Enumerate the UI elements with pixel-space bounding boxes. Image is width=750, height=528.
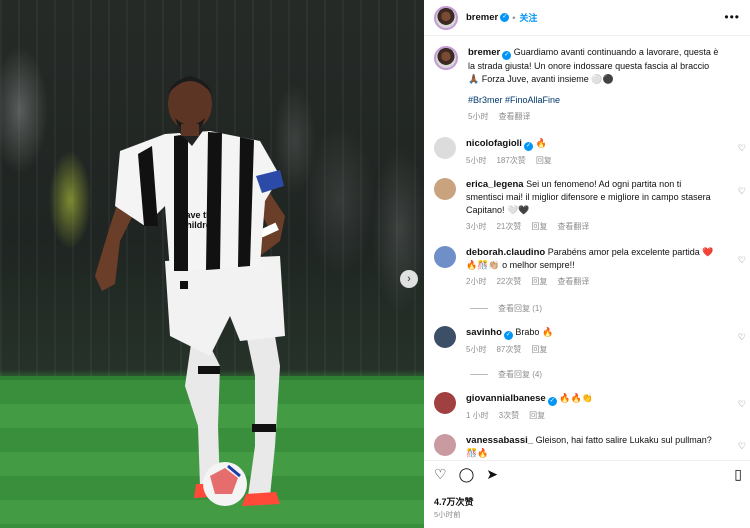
like-comment-icon[interactable]: ♡ bbox=[738, 332, 746, 343]
author-avatar[interactable] bbox=[434, 46, 458, 70]
post-photo[interactable]: Save the Children › bbox=[0, 0, 424, 528]
comments-list[interactable]: bremer ✓ Guardiamo avanti continuando a l… bbox=[424, 37, 750, 460]
reply-button[interactable]: 回复 bbox=[531, 275, 547, 288]
commenter-avatar[interactable] bbox=[434, 434, 456, 456]
next-photo-button[interactable]: › bbox=[400, 270, 418, 288]
reply-button[interactable]: 回复 bbox=[531, 220, 547, 233]
chevron-right-icon: › bbox=[407, 273, 411, 285]
caption-username[interactable]: bremer bbox=[468, 47, 500, 58]
comment-likes[interactable]: 187次赞 bbox=[496, 154, 525, 167]
comment-item: nicolofagioli ✓ 🔥 5小时 187次赞 回复 bbox=[434, 137, 740, 167]
comment-item: giovannialbanese ✓ 🔥🔥👏 1 小时 3次赞 回复 bbox=[434, 392, 740, 422]
commenter-avatar[interactable] bbox=[434, 178, 456, 200]
comment-text: 🔥 bbox=[535, 138, 547, 148]
follow-button[interactable]: 关注 bbox=[519, 11, 537, 24]
shirt-sponsor-line-1: Save the bbox=[179, 210, 216, 220]
author-avatar[interactable] bbox=[434, 5, 458, 30]
comment-username[interactable]: savinho bbox=[466, 327, 502, 338]
translate-link[interactable]: 查看翻译 bbox=[498, 110, 530, 123]
author-username[interactable]: bremer bbox=[466, 12, 498, 23]
comment-item: vanessabassi_ Gleison, hai fatto salire … bbox=[434, 434, 740, 460]
post-header: bremer ✓ • 关注 ••• bbox=[424, 0, 750, 36]
share-send-icon[interactable]: ➤ bbox=[486, 466, 498, 483]
comment-username[interactable]: giovannialbanese bbox=[466, 393, 546, 404]
comment-item: savinho ✓ Brabo 🔥 5小时 87次赞 回复 bbox=[434, 326, 740, 356]
verified-icon: ✓ bbox=[500, 13, 510, 22]
comment-bubble-icon[interactable]: ◯ bbox=[459, 466, 475, 483]
view-replies-link[interactable]: 查看回复 (1) bbox=[470, 303, 542, 314]
post-timestamp: 5小时前 bbox=[434, 510, 461, 519]
like-comment-icon[interactable]: ♡ bbox=[738, 186, 746, 197]
separator-dot: • bbox=[512, 12, 516, 23]
commenter-avatar[interactable] bbox=[434, 326, 456, 348]
shirt-sponsor-line-2: Children bbox=[180, 220, 217, 230]
caption-block: bremer ✓ Guardiamo avanti continuando a l… bbox=[434, 46, 740, 123]
post-sidebar: bremer ✓ • 关注 ••• bremer ✓ Guardiamo avan… bbox=[424, 0, 750, 528]
comment-time: 2小时 bbox=[466, 277, 487, 286]
comment-time: 5小时 bbox=[466, 156, 487, 165]
commenter-avatar[interactable] bbox=[434, 392, 456, 414]
bookmark-icon[interactable]: ▯ bbox=[734, 466, 742, 483]
comment-item: deborah.claudino Parabéns amor pela exce… bbox=[434, 246, 740, 288]
translate-link[interactable]: 查看翻译 bbox=[557, 275, 589, 288]
comment-likes[interactable]: 3次赞 bbox=[499, 409, 519, 422]
verified-icon: ✓ bbox=[503, 331, 513, 340]
verified-icon: ✓ bbox=[502, 51, 512, 60]
verified-icon: ✓ bbox=[547, 397, 557, 406]
comment-likes[interactable]: 21次赞 bbox=[496, 220, 521, 233]
reply-button[interactable]: 回复 bbox=[531, 343, 547, 356]
likes-count[interactable]: 4.7万次赞 bbox=[434, 495, 474, 508]
commenter-avatar[interactable] bbox=[434, 137, 456, 159]
comment-text: Brabo 🔥 bbox=[515, 327, 554, 337]
verified-icon: ✓ bbox=[523, 142, 533, 151]
comment-time: 5小时 bbox=[466, 345, 487, 354]
reply-button[interactable]: 回复 bbox=[536, 154, 552, 167]
like-comment-icon[interactable]: ♡ bbox=[738, 255, 746, 266]
view-replies-link[interactable]: 查看回复 (4) bbox=[470, 369, 542, 380]
like-comment-icon[interactable]: ♡ bbox=[738, 143, 746, 154]
like-comment-icon[interactable]: ♡ bbox=[738, 441, 746, 452]
comment-username[interactable]: erica_legena bbox=[466, 179, 524, 190]
commenter-avatar[interactable] bbox=[434, 246, 456, 268]
reply-button[interactable]: 回复 bbox=[529, 409, 545, 422]
comment-username[interactable]: vanessabassi_ bbox=[466, 435, 533, 446]
post-actions: ♡ ◯ ➤ ▯ 4.7万次赞 5小时前 bbox=[424, 460, 750, 528]
translate-link[interactable]: 查看翻译 bbox=[557, 220, 589, 233]
comment-time: 3小时 bbox=[466, 222, 487, 231]
comment-item: erica_legena Sei un fenomeno! Ad ogni pa… bbox=[434, 178, 740, 233]
caption-time: 5小时 bbox=[468, 112, 489, 121]
more-options-icon[interactable]: ••• bbox=[724, 10, 740, 24]
comment-username[interactable]: deborah.claudino bbox=[466, 247, 545, 258]
comment-likes[interactable]: 87次赞 bbox=[496, 343, 521, 356]
comment-time: 1 小时 bbox=[466, 411, 489, 420]
comment-text: 🔥🔥👏 bbox=[559, 393, 593, 403]
like-heart-icon[interactable]: ♡ bbox=[434, 466, 447, 483]
like-comment-icon[interactable]: ♡ bbox=[738, 399, 746, 410]
comment-username[interactable]: nicolofagioli bbox=[466, 138, 522, 149]
comment-likes[interactable]: 22次赞 bbox=[496, 275, 521, 288]
caption-hashtags[interactable]: #Br3mer #FinoAllaFine bbox=[468, 94, 720, 107]
football-player: Save the Children bbox=[95, 76, 285, 506]
